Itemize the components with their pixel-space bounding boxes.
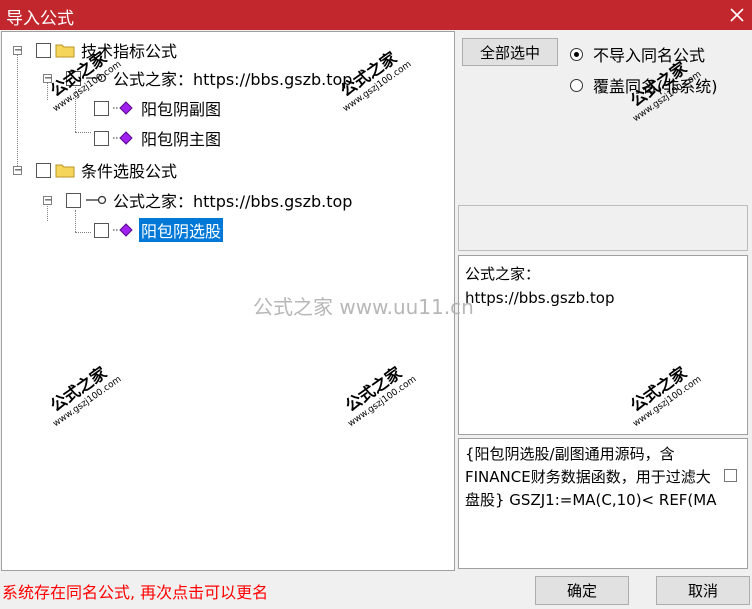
code-preview[interactable]: {阳包阴选股/副图通用源码，含FINANCE财务数据函数，用于过滤大盘股} GS… bbox=[458, 438, 748, 569]
tree-item-formula[interactable]: 阳包阴主图 bbox=[94, 126, 223, 150]
window-title: 导入公式 bbox=[6, 9, 74, 29]
folder-icon bbox=[55, 42, 75, 58]
radio-indicator[interactable] bbox=[570, 78, 583, 92]
tree-item-formula-selected[interactable]: 阳包阴选股 bbox=[94, 218, 224, 242]
tree-line bbox=[75, 232, 91, 233]
collapse-toggle[interactable]: − bbox=[13, 166, 22, 176]
formula-gem-icon bbox=[113, 223, 135, 237]
description-line: 公式之家： bbox=[465, 265, 541, 283]
tree-checkbox[interactable] bbox=[94, 130, 109, 146]
tree-item-stock-selection[interactable]: 条件选股公式 bbox=[36, 158, 179, 182]
center-watermark: 公式之家 www.uu11.cn bbox=[253, 295, 474, 319]
ok-button[interactable]: 确定 bbox=[535, 576, 629, 605]
tree-checkbox[interactable] bbox=[66, 192, 81, 208]
tree-line bbox=[75, 210, 76, 232]
description-panel: 公式之家： https://bbs.gszb.top bbox=[458, 255, 748, 435]
tree-line bbox=[75, 132, 91, 133]
close-icon bbox=[730, 8, 744, 22]
tree-item-label: 公式之家：https://bbs.gszb.top bbox=[113, 70, 353, 89]
collapse-toggle[interactable]: − bbox=[13, 46, 22, 56]
tree-checkbox[interactable] bbox=[94, 100, 109, 116]
title-bar: 导入公式 bbox=[0, 0, 752, 30]
code-text: {阳包阴选股/副图通用源码，含FINANCE财务数据函数，用于过滤大盘股} GS… bbox=[465, 445, 717, 509]
empty-box bbox=[458, 205, 748, 251]
code-checkbox[interactable] bbox=[724, 469, 737, 482]
formula-gem-icon bbox=[113, 131, 135, 145]
description-line: https://bbs.gszb.top bbox=[465, 289, 615, 307]
tree-item-source-link[interactable]: 公式之家：https://bbs.gszb.top bbox=[66, 188, 354, 212]
formula-gem-icon bbox=[113, 101, 135, 115]
collapse-toggle[interactable]: − bbox=[43, 196, 52, 206]
tree-item-label: 阳包阴主图 bbox=[141, 130, 222, 149]
folder-icon bbox=[55, 162, 75, 178]
select-all-button[interactable]: 全部选中 bbox=[462, 38, 558, 66]
key-icon bbox=[85, 195, 107, 205]
tree-checkbox[interactable] bbox=[94, 222, 109, 238]
tree-item-label: 条件选股公式 bbox=[81, 162, 178, 181]
tree-item-label: 阳包阴副图 bbox=[141, 100, 222, 119]
tree-line bbox=[17, 52, 18, 170]
tree-checkbox[interactable] bbox=[36, 162, 51, 178]
radio-indicator[interactable] bbox=[570, 47, 583, 61]
status-message: 系统存在同名公式, 再次点击可以更名 bbox=[2, 583, 269, 602]
close-button[interactable] bbox=[722, 0, 752, 30]
tree-checkbox[interactable] bbox=[36, 42, 51, 58]
tree-item-formula[interactable]: 阳包阴副图 bbox=[94, 96, 223, 120]
tree-item-label: 公式之家：https://bbs.gszb.top bbox=[113, 192, 353, 211]
tree-item-label: 阳包阴选股 bbox=[139, 218, 224, 242]
cancel-button[interactable]: 取消 bbox=[656, 576, 750, 605]
